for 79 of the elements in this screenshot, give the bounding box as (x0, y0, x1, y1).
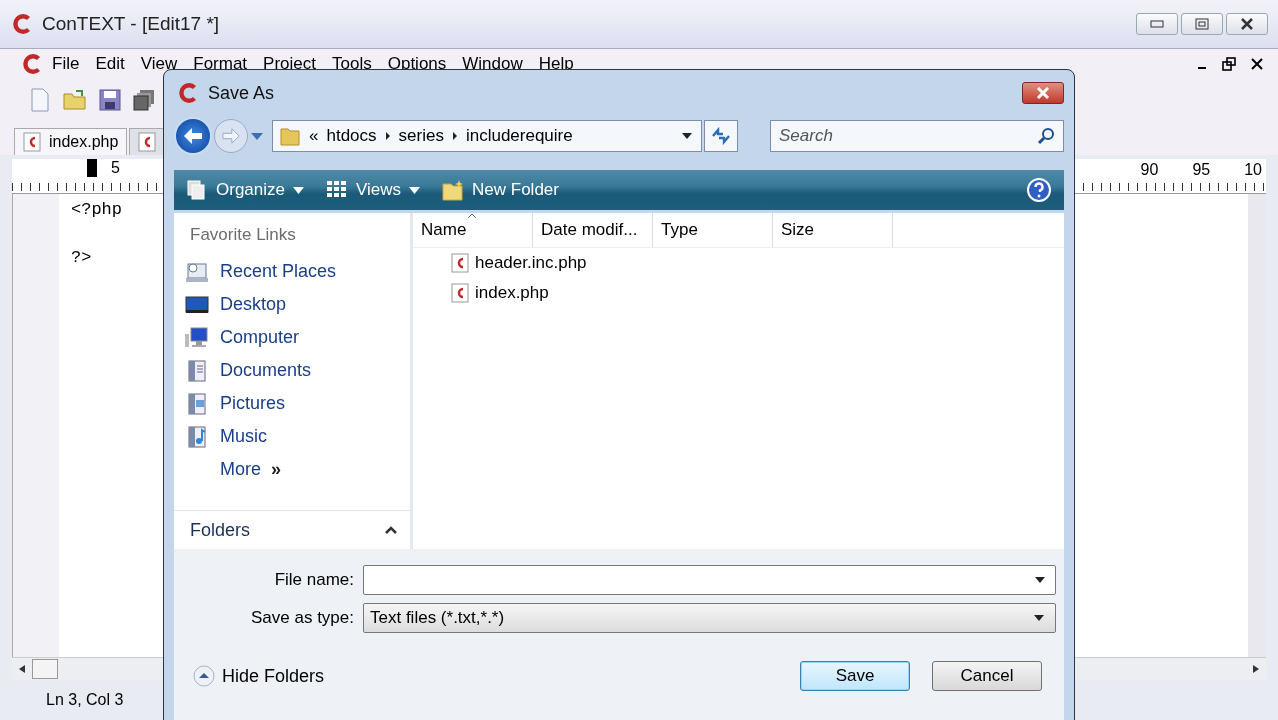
close-button[interactable] (1022, 82, 1064, 104)
restore-icon[interactable] (1222, 57, 1236, 71)
code-text: <?php ?> (71, 199, 122, 269)
breadcrumb-item[interactable]: series (398, 126, 444, 146)
section-heading: Favorite Links (189, 225, 297, 246)
hide-folders-button[interactable]: Hide Folders (192, 664, 325, 688)
document-icon (451, 253, 469, 273)
back-arrow-icon (182, 126, 204, 146)
breadcrumb-item[interactable]: htdocs (326, 126, 377, 146)
file-tab[interactable]: index.php (14, 128, 128, 155)
scroll-right-icon[interactable] (1252, 664, 1260, 674)
folder-icon (279, 125, 301, 147)
field-label: File name: (273, 570, 355, 590)
ruler-number: 95 (1192, 161, 1211, 179)
favorite-link[interactable]: Pictures (184, 387, 410, 420)
close-icon[interactable] (1250, 57, 1264, 71)
file-name-field[interactable] (363, 565, 1056, 595)
separator-arrow-icon[interactable] (451, 131, 458, 141)
status-text: Ln 3, Col 3 (46, 691, 124, 709)
search-field[interactable]: Search (770, 120, 1064, 152)
file-tab[interactable] (129, 128, 166, 155)
list-entry[interactable]: header.inc.php (413, 248, 587, 278)
maximize-icon (1195, 18, 1209, 30)
toolbar-button[interactable]: Views (326, 179, 421, 201)
menu-item[interactable]: File (44, 54, 88, 74)
document-icon (23, 132, 41, 152)
refresh-arrows-icon (710, 127, 732, 145)
minimize-button[interactable] (1136, 13, 1178, 35)
toolbar-button[interactable]: New Folder (442, 179, 559, 201)
address-bar[interactable]: « htdocs series includerequire (272, 120, 702, 152)
minimize-icon (1150, 20, 1164, 28)
column-header[interactable]: Size (773, 213, 893, 247)
column-header[interactable]: Date modif... (533, 213, 653, 247)
dialog-title: Save As (208, 82, 275, 104)
list-entry[interactable]: index.php (413, 278, 549, 308)
back-button[interactable] (174, 117, 212, 155)
dialog-button[interactable]: Save (800, 661, 910, 691)
scroll-left-icon[interactable] (18, 664, 26, 674)
document-icon (138, 132, 157, 152)
column-header[interactable]: Type (653, 213, 773, 247)
file-type-dropdown[interactable]: Text files (*.txt,*.*) (363, 603, 1056, 633)
dropdown-arrow-icon (1033, 614, 1045, 622)
favorite-link[interactable]: Desktop (184, 288, 410, 321)
computer-icon (184, 325, 210, 350)
dropdown-arrow-icon[interactable] (1034, 576, 1046, 584)
toolbar-button[interactable]: Organize (186, 179, 304, 201)
close-icon (1240, 18, 1254, 30)
search-icon[interactable] (1037, 127, 1055, 145)
vertical-scrollbar[interactable] (1248, 194, 1266, 657)
favorite-link[interactable]: Computer (184, 321, 410, 354)
ruler-marker[interactable] (87, 159, 97, 177)
column-header[interactable]: Name (413, 213, 533, 247)
help-icon[interactable] (1026, 177, 1052, 203)
favorite-link[interactable]: Recent Places (184, 255, 410, 288)
forward-arrow-icon (221, 127, 241, 145)
new-folder-icon (442, 179, 465, 201)
menu-item[interactable]: Edit (87, 54, 133, 74)
dialog-button[interactable]: Cancel (932, 661, 1042, 691)
ruler-number: 5 (111, 159, 120, 177)
separator-arrow-icon[interactable] (384, 131, 391, 141)
favorite-link[interactable]: Documents (184, 354, 410, 387)
ruler-number: 10 (1244, 161, 1262, 179)
breadcrumb-item[interactable]: includerequire (465, 126, 573, 146)
window-title: ConTEXT - [Edit17 *] (42, 13, 220, 35)
refresh-button[interactable] (704, 120, 738, 152)
save-all-icon[interactable] (132, 88, 156, 112)
menu-item[interactable]: View (132, 54, 186, 74)
scrollbar-thumb[interactable] (32, 659, 58, 679)
breadcrumb-item[interactable]: « (309, 126, 319, 146)
more-link[interactable]: More » (184, 453, 282, 486)
close-button[interactable] (1226, 13, 1268, 35)
field-label: Save as type: (250, 608, 355, 628)
folder-icon[interactable] (62, 88, 88, 112)
close-icon (1034, 87, 1052, 99)
ruler-number: 90 (1140, 161, 1159, 179)
pages-icon (186, 179, 208, 201)
dropdown-arrow-icon[interactable] (681, 132, 693, 140)
document-icon (451, 283, 469, 303)
favorite-link[interactable]: Music (184, 420, 410, 453)
